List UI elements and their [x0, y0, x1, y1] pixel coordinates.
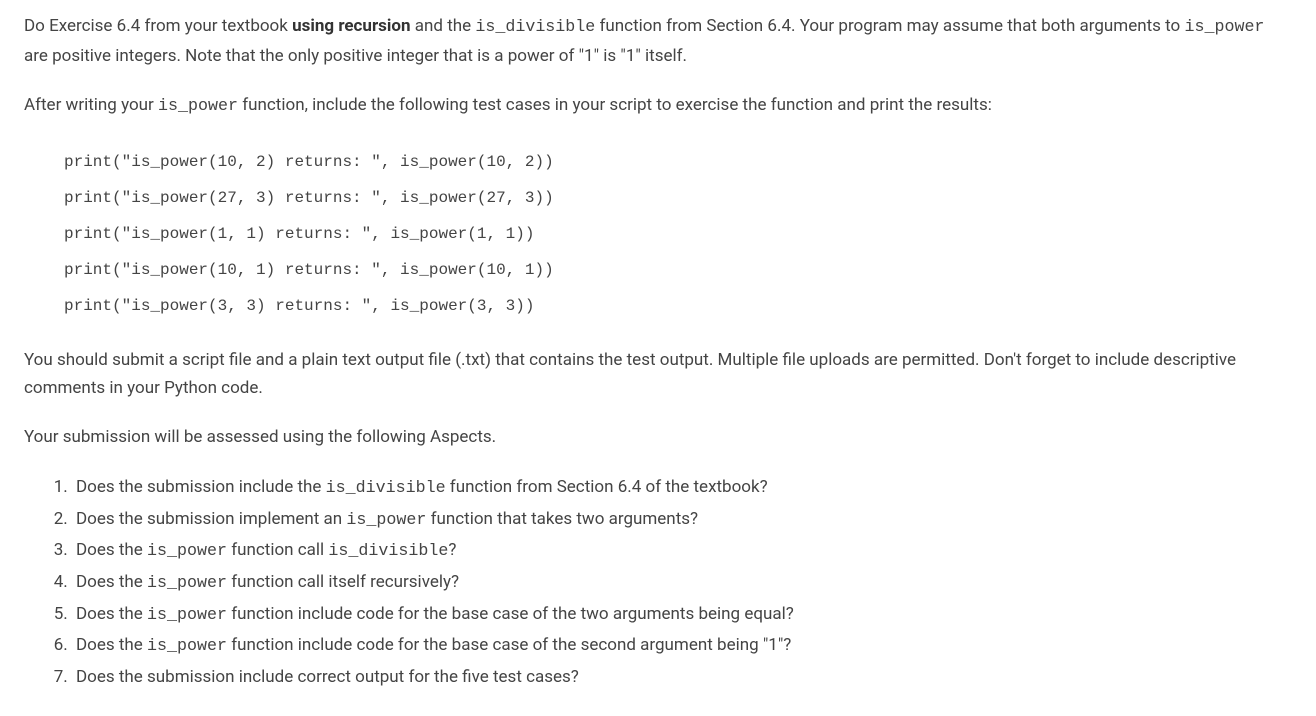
text-fragment: and the — [411, 16, 476, 36]
text-fragment: Does the — [76, 572, 147, 592]
aspect-item: Does the submission include the is_divis… — [72, 472, 1292, 504]
code-line: print("is_power(10, 1) returns: ", is_po… — [64, 252, 1292, 288]
code-block: print("is_power(10, 2) returns: ", is_po… — [64, 144, 1292, 324]
code-line: print("is_power(1, 1) returns: ", is_pow… — [64, 216, 1292, 252]
code-line: print("is_power(10, 2) returns: ", is_po… — [64, 144, 1292, 180]
text-fragment: function call itself recursively? — [227, 572, 459, 592]
text-fragment: After writing your — [24, 95, 158, 115]
text-fragment: function, include the following test cas… — [238, 95, 992, 115]
text-fragment: function include code for the base case … — [227, 604, 794, 624]
text-fragment: Does the submission include the — [76, 477, 326, 497]
text-fragment: ? — [448, 540, 456, 560]
text-fragment: Does the — [76, 635, 147, 655]
bold-text: using recursion — [292, 16, 410, 36]
code-inline: is_power — [158, 97, 238, 116]
intro-paragraph-1: Do Exercise 6.4 from your textbook using… — [24, 12, 1292, 71]
aspect-item: Does the is_power function call itself r… — [72, 567, 1292, 599]
aspects-intro: Your submission will be assessed using t… — [24, 423, 1292, 452]
code-inline: is_power — [1184, 18, 1264, 37]
code-inline: is_divisible — [326, 479, 446, 498]
text-fragment: Does the submission include correct outp… — [76, 667, 579, 687]
code-inline: is_divisible — [328, 542, 448, 561]
text-fragment: function that takes two arguments? — [426, 509, 698, 529]
text-fragment: Does the submission implement an — [76, 509, 346, 529]
text-fragment: function call — [227, 540, 328, 560]
aspect-item: Does the is_power function call is_divis… — [72, 535, 1292, 567]
text-fragment: function from Section 6.4 of the textboo… — [446, 477, 768, 497]
code-line: print("is_power(3, 3) returns: ", is_pow… — [64, 288, 1292, 324]
text-fragment: are positive integers. Note that the onl… — [24, 46, 687, 66]
aspect-item: Does the is_power function include code … — [72, 630, 1292, 662]
text-fragment: Does the — [76, 540, 147, 560]
code-inline: is_divisible — [475, 18, 595, 37]
submission-note: You should submit a script file and a pl… — [24, 346, 1292, 404]
intro-paragraph-2: After writing your is_power function, in… — [24, 91, 1292, 121]
aspect-item: Does the is_power function include code … — [72, 599, 1292, 631]
code-inline: is_power — [147, 574, 227, 593]
code-inline: is_power — [147, 606, 227, 625]
code-line: print("is_power(27, 3) returns: ", is_po… — [64, 180, 1292, 216]
code-inline: is_power — [147, 542, 227, 561]
aspects-list: Does the submission include the is_divis… — [72, 472, 1292, 692]
text-fragment: function from Section 6.4. Your program … — [595, 16, 1184, 36]
text-fragment: Does the — [76, 604, 147, 624]
aspect-item: Does the submission include correct outp… — [72, 662, 1292, 692]
code-inline: is_power — [346, 511, 426, 530]
code-inline: is_power — [147, 637, 227, 656]
text-fragment: Do Exercise 6.4 from your textbook — [24, 16, 292, 36]
aspect-item: Does the submission implement an is_powe… — [72, 504, 1292, 536]
text-fragment: function include code for the base case … — [227, 635, 791, 655]
